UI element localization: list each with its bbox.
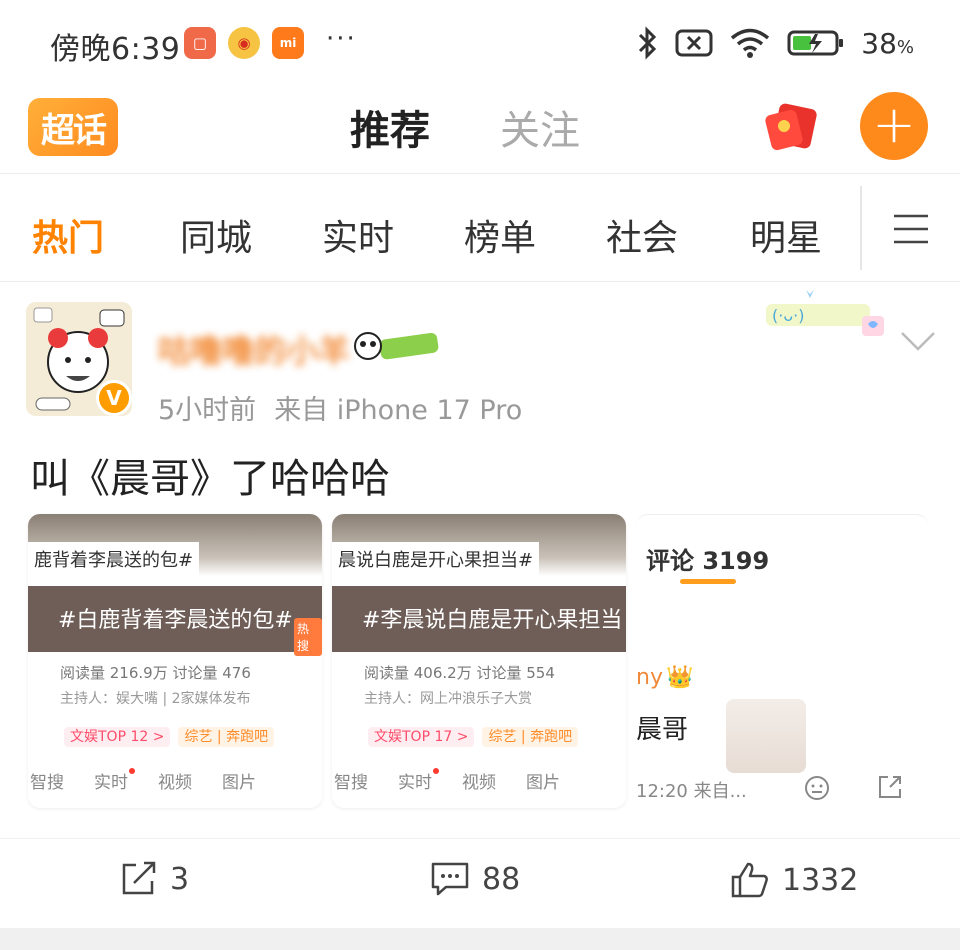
red-packet-icon[interactable] — [762, 96, 820, 154]
red-app-icon: ▢ — [184, 27, 216, 59]
card-host: 主持人：网上冲浪乐子大赏 — [364, 691, 532, 707]
card-topic-title: #白鹿背着李晨送的包# — [58, 608, 293, 633]
hot-search-badge: 热搜 — [294, 618, 322, 656]
card-hashtag: 鹿背着李晨送的包# — [28, 542, 200, 576]
wifi-icon — [731, 28, 770, 58]
card-tab: 实时 — [398, 768, 439, 793]
card-tag-rank: 文娱TOP 17 > — [368, 727, 475, 747]
card-stats: 阅读量 406.2万 讨论量 554 — [364, 664, 555, 682]
next-post-divider — [0, 928, 960, 950]
like-button[interactable]: 1332 — [730, 861, 858, 899]
card-tab: 视频 — [158, 773, 192, 793]
category-local[interactable]: 同城 — [180, 209, 252, 261]
like-count: 1332 — [782, 862, 859, 898]
post-text: 叫《晨哥》了哈哈哈 — [30, 456, 390, 502]
verified-badge: V — [96, 380, 132, 416]
comment-photo — [726, 699, 806, 773]
comment-icon — [431, 862, 469, 896]
category-nav: 热门 同城 实时 榜单 社会 明星 — [0, 176, 960, 282]
comment-user-fragment: ny — [636, 665, 663, 690]
menu-icon[interactable] — [892, 212, 930, 246]
card-tags: 文娱TOP 12 > 综艺 | 奔跑吧 — [34, 726, 275, 747]
sim-off-icon — [675, 29, 713, 57]
battery-percent: 38% — [861, 26, 914, 60]
battery-charging-icon — [787, 30, 844, 56]
tab-recommend[interactable]: 推荐 — [350, 98, 430, 156]
comment-count: 88 — [482, 861, 521, 897]
card-bottom-tabs: 智搜 实时 视频 图片 — [28, 768, 322, 793]
bamboo-panda-sticker-icon — [354, 332, 439, 360]
repost-count: 3 — [170, 861, 190, 897]
create-post-button[interactable]: + — [860, 92, 928, 160]
mi-app-icon: mi — [272, 27, 304, 59]
card-bottom-tabs: 智搜 实时 视频 图片 — [332, 768, 626, 793]
category-divider — [860, 186, 862, 270]
emoji-icon — [805, 776, 829, 800]
comment-count-tab: 评论 3199 — [646, 547, 770, 575]
category-society[interactable]: 社会 — [606, 209, 678, 261]
card-tab: 实时 — [94, 768, 135, 793]
bluetooth-icon — [639, 26, 657, 60]
post-image-3[interactable]: 评论 3199 ny 👑 晨哥 12:20 来自... — [636, 514, 928, 808]
post-image-2[interactable]: 晨说白鹿是开心果担当# #李晨说白鹿是开心果担当 阅读量 406.2万 讨论量 … — [332, 514, 626, 808]
comment-tab-underline — [680, 579, 736, 584]
card-host: 主持人：娱大嘴 | 2家媒体发布 — [60, 691, 251, 707]
post-source: 来自 iPhone 17 Pro — [274, 395, 523, 426]
card-hashtag: 晨说白鹿是开心果担当# — [332, 542, 540, 576]
status-time: 傍晚6:39 — [50, 32, 181, 67]
status-bar: 傍晚6:39 ▢ ◉ mi ··· 38% — [0, 0, 960, 86]
repost-icon — [122, 861, 156, 895]
thumbs-up-icon — [731, 862, 768, 898]
tab-follow[interactable]: 关注 — [500, 98, 580, 156]
post-action-bar: 3 88 1332 — [0, 838, 960, 930]
svg-text:(·ᴗ·): (·ᴗ·) — [772, 306, 804, 325]
supertopic-logo[interactable]: 超话 — [28, 98, 118, 156]
status-right-group: 38% — [637, 26, 914, 60]
chevron-down-icon[interactable] — [900, 330, 936, 352]
category-realtime[interactable]: 实时 — [322, 209, 394, 261]
card-tab: 智搜 — [30, 773, 64, 793]
card-tag-show: 综艺 | 奔跑吧 — [482, 727, 579, 747]
card-tag-show: 综艺 | 奔跑吧 — [178, 727, 275, 747]
category-celebrity[interactable]: 明星 — [750, 209, 822, 261]
comment-button[interactable]: 88 — [430, 861, 520, 897]
category-hot[interactable]: 热门 — [32, 209, 104, 261]
post-image-1[interactable]: 鹿背着李晨送的包# #白鹿背着李晨送的包# 热搜 阅读量 216.9万 讨论量 … — [28, 514, 322, 808]
crown-icon: 👑 — [666, 665, 694, 690]
app-header: 超话 推荐 关注 + — [0, 86, 960, 174]
weibo-app-icon: ◉ — [228, 27, 260, 59]
repost-button[interactable]: 3 — [120, 861, 189, 897]
card-tab: 智搜 — [334, 773, 368, 793]
card-tab: 视频 — [462, 773, 496, 793]
card-tags: 文娱TOP 17 > 综艺 | 奔跑吧 — [338, 726, 579, 747]
comment-text: 晨哥 — [636, 715, 689, 745]
more-notifications-icon: ··· — [326, 24, 357, 54]
post-meta: 5小时前 来自 iPhone 17 Pro — [158, 388, 522, 427]
share-icon — [879, 776, 901, 798]
card-tab: 图片 — [222, 773, 256, 793]
category-ranking[interactable]: 榜单 — [464, 209, 536, 261]
kaomoji-sticker-icon: (·ᴗ·) — [766, 290, 884, 336]
card-tab: 图片 — [526, 773, 560, 793]
card-stats: 阅读量 216.9万 讨论量 476 — [60, 664, 251, 682]
username[interactable]: 咕噜噜的小羊 — [158, 326, 350, 372]
card-topic-title: #李晨说白鹿是开心果担当 — [362, 608, 623, 633]
post-time: 5小时前 — [158, 395, 257, 426]
card-tag-rank: 文娱TOP 12 > — [64, 727, 171, 747]
post-images: 鹿背着李晨送的包# #白鹿背着李晨送的包# 热搜 阅读量 216.9万 讨论量 … — [28, 514, 928, 810]
comment-footer: 12:20 来自... — [636, 781, 747, 802]
